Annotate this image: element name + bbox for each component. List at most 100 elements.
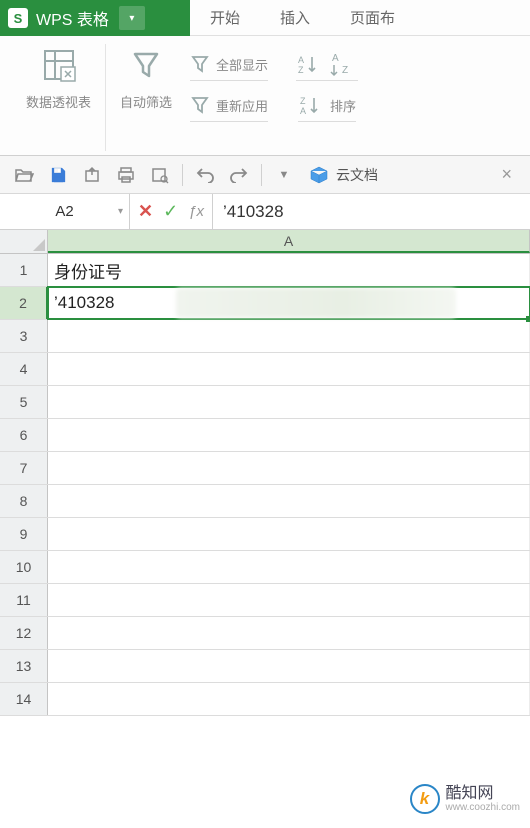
cell-value: 身份证号 [54,258,122,283]
save-button[interactable] [42,160,74,190]
cell[interactable] [48,452,530,484]
tab-home[interactable]: 开始 [190,0,260,35]
formula-value: ’410328 [223,202,284,222]
cell[interactable] [48,320,530,352]
tab-insert[interactable]: 插入 [260,0,330,35]
redo-icon [229,167,249,183]
separator [182,164,183,186]
app-menu-dropdown[interactable]: ▾ [119,6,145,30]
spreadsheet-grid: A 1身份证号2 ’410328 34567891011121314 [0,230,530,716]
col-header-a[interactable]: A [48,230,530,253]
cell-value: ’410328 [54,293,115,313]
row-header[interactable]: 6 [0,419,48,451]
select-all-corner[interactable] [0,230,48,253]
print-preview-button[interactable] [144,160,176,190]
grid-row: 8 [0,485,530,518]
row-header[interactable]: 2 [0,287,48,319]
accept-edit-button[interactable]: ✓ [163,201,178,222]
cell[interactable] [48,551,530,583]
cell[interactable] [48,419,530,451]
sort-az-icon: AZ [296,53,318,75]
row-header[interactable]: 10 [0,551,48,583]
undo-icon [195,167,215,183]
separator [261,164,262,186]
row-header[interactable]: 14 [0,683,48,715]
cancel-edit-button[interactable]: ✕ [138,201,153,222]
cell[interactable] [48,485,530,517]
row-header[interactable]: 13 [0,650,48,682]
grid-row: 13 [0,650,530,683]
watermark: k 酷知网 www.coozhi.com [410,784,520,814]
print-button[interactable] [110,160,142,190]
row-header[interactable]: 5 [0,386,48,418]
app-name: WPS 表格 [36,6,109,30]
formula-input[interactable]: ’410328 [213,194,530,229]
cube-icon [308,165,330,185]
formula-tools: ✕ ✓ ƒx [130,194,213,229]
redo-button[interactable] [223,160,255,190]
sort-big-icon: AZ [328,49,358,79]
filter-label: 自动筛选 [120,92,172,111]
grid-row: 10 [0,551,530,584]
grid-row: 12 [0,617,530,650]
formula-bar: A2 ▾ ✕ ✓ ƒx ’410328 [0,194,530,230]
grid-row: 5 [0,386,530,419]
fx-button[interactable]: ƒx [188,203,204,220]
export-button[interactable] [76,160,108,190]
row-header[interactable]: 9 [0,518,48,550]
cell[interactable]: ’410328 [48,287,530,319]
svg-text:A: A [298,55,304,65]
row-header[interactable]: 3 [0,320,48,352]
more-dropdown[interactable]: ▼ [268,160,300,190]
cell[interactable] [48,386,530,418]
column-headers: A [0,230,530,254]
row-header[interactable]: 12 [0,617,48,649]
cell[interactable] [48,617,530,649]
name-box[interactable]: A2 ▾ [0,194,130,229]
cell-reference: A2 [55,203,73,220]
grid-row: 3 [0,320,530,353]
title-bar: S WPS 表格 ▾ [0,0,190,36]
ribbon-group-sort[interactable]: AZ AZ ZA 排序 [282,44,358,151]
export-icon [83,166,101,184]
grid-row: 14 [0,683,530,716]
sort-za-icon: ZA [298,94,320,116]
row-header[interactable]: 8 [0,485,48,517]
grid-row: 2 ’410328 [0,287,530,320]
chevron-down-icon: ▾ [118,206,123,217]
menu-tabs: 开始 插入 页面布 [190,0,530,36]
cell[interactable] [48,683,530,715]
filter-icon [124,44,168,86]
reapply-button[interactable]: 重新应用 [190,89,268,122]
save-icon [49,166,67,184]
print-icon [116,166,136,184]
pivot-table-icon [37,44,81,86]
app-logo-icon: S [8,8,28,28]
undo-button[interactable] [189,160,221,190]
preview-icon [150,166,170,184]
watermark-logo-icon: k [410,784,440,814]
grid-row: 9 [0,518,530,551]
open-button[interactable] [8,160,40,190]
cloud-doc-tab[interactable]: 云文档 [302,165,384,185]
cell[interactable] [48,650,530,682]
grid-row: 1身份证号 [0,254,530,287]
tab-page-layout[interactable]: 页面布 [330,0,415,35]
svg-text:A: A [332,53,339,64]
show-all-button[interactable]: 全部显示 [190,48,268,81]
row-header[interactable]: 4 [0,353,48,385]
grid-row: 6 [0,419,530,452]
close-tab-button[interactable]: × [491,164,522,185]
ribbon-group-pivot[interactable]: 数据透视表 [12,44,106,151]
cell[interactable]: 身份证号 [48,254,530,286]
svg-text:Z: Z [342,65,348,76]
cell[interactable] [48,584,530,616]
row-header[interactable]: 11 [0,584,48,616]
ribbon-toolbar: 数据透视表 自动筛选 全部显示 重新应用 AZ AZ ZA 排序 [0,36,530,156]
cell[interactable] [48,353,530,385]
row-header[interactable]: 7 [0,452,48,484]
grid-row: 7 [0,452,530,485]
ribbon-group-filter[interactable]: 自动筛选 [106,44,186,151]
cell[interactable] [48,518,530,550]
row-header[interactable]: 1 [0,254,48,286]
